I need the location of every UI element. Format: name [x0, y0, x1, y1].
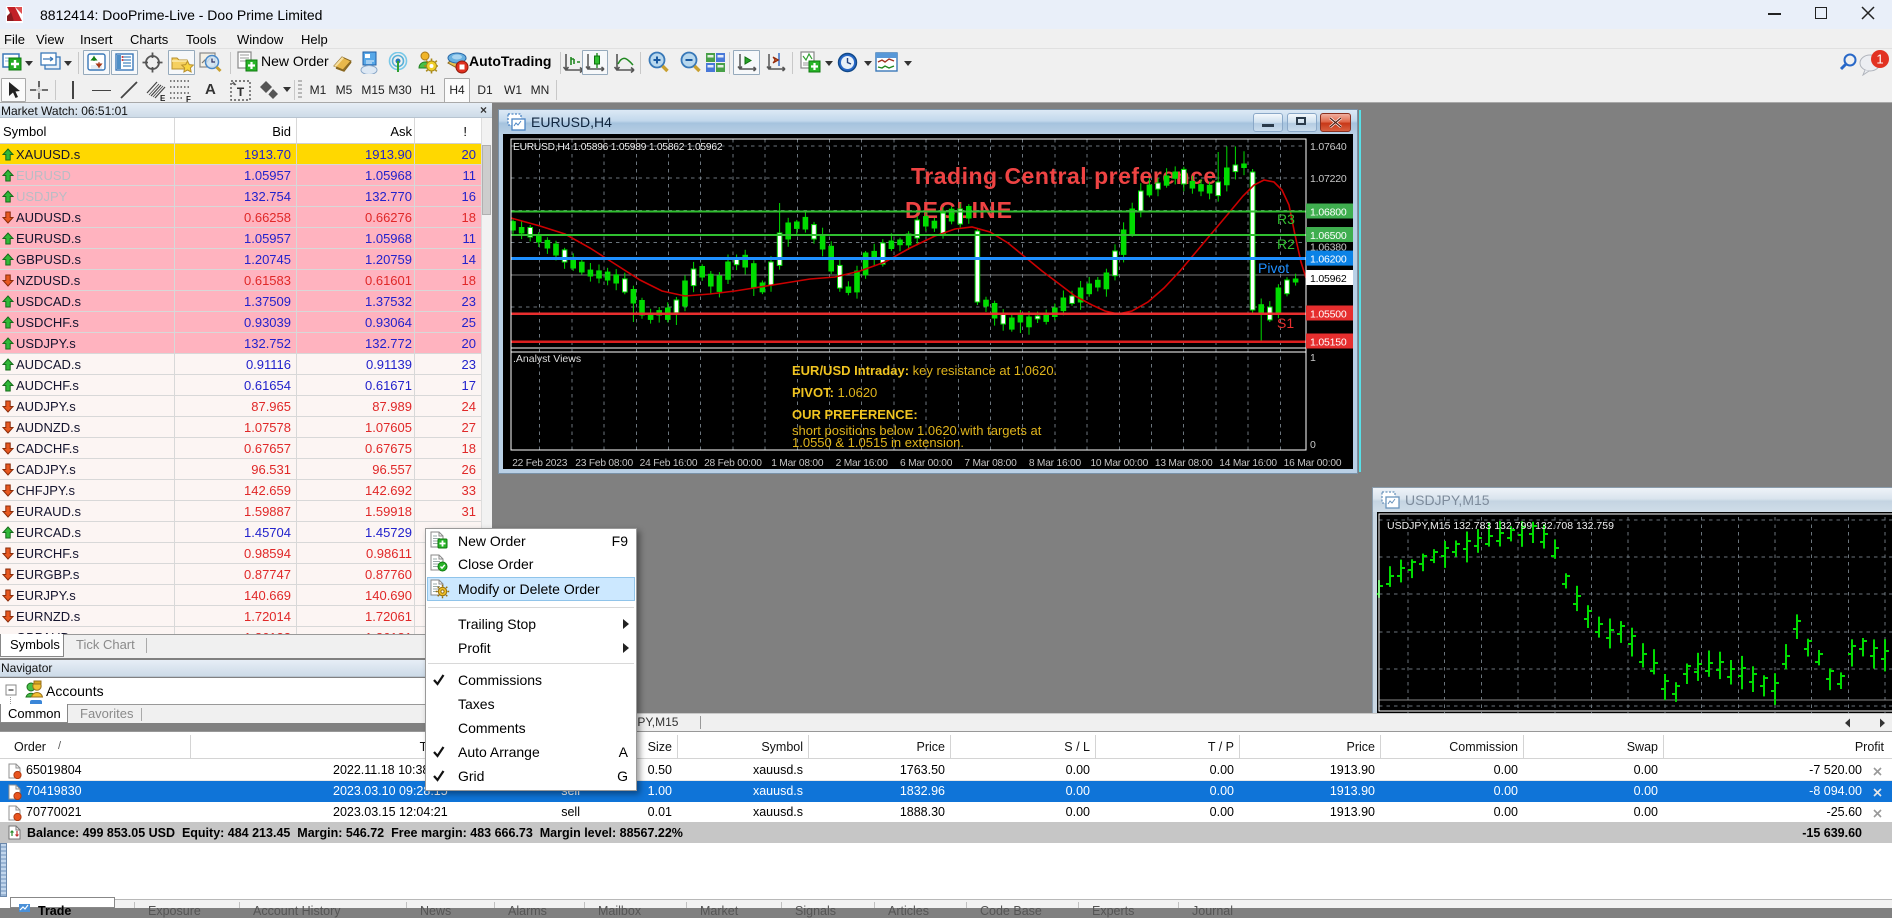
svg-text:.Analyst Views: .Analyst Views: [513, 353, 581, 365]
svg-text:2 Mar 16:00: 2 Mar 16:00: [836, 458, 889, 469]
svg-text:0: 0: [1310, 439, 1316, 451]
svg-text:14 Mar 16:00: 14 Mar 16:00: [1219, 458, 1277, 469]
svg-text:6 Mar 00:00: 6 Mar 00:00: [900, 458, 953, 469]
svg-text:13 Mar 08:00: 13 Mar 08:00: [1155, 458, 1213, 469]
svg-text:EUR/USD Intraday: key resista: EUR/USD Intraday: key resistance at 1.06…: [792, 363, 1057, 378]
svg-text:PIVOT: 1.0620: PIVOT: 1.0620: [792, 385, 877, 400]
svg-text:28 Feb 00:00: 28 Feb 00:00: [704, 458, 762, 469]
svg-text:1 Mar 08:00: 1 Mar 08:00: [771, 458, 824, 469]
svg-text:1: 1: [1876, 52, 1883, 67]
svg-text:1.06800: 1.06800: [1310, 207, 1347, 219]
svg-text:Trading Central preference: Trading Central preference: [911, 163, 1217, 189]
svg-text:OUR PREFERENCE:: OUR PREFERENCE:: [792, 407, 918, 422]
svg-text:1.05962: 1.05962: [1310, 273, 1347, 285]
svg-text:24 Feb 16:00: 24 Feb 16:00: [640, 458, 698, 469]
svg-text:22 Feb 2023: 22 Feb 2023: [512, 458, 568, 469]
svg-text:1.06200: 1.06200: [1310, 254, 1347, 266]
svg-text:10 Mar 00:00: 10 Mar 00:00: [1090, 458, 1148, 469]
svg-text:1.06500: 1.06500: [1310, 230, 1347, 242]
svg-text:16 Mar 00:00: 16 Mar 00:00: [1284, 458, 1342, 469]
svg-text:23 Feb 08:00: 23 Feb 08:00: [575, 458, 633, 469]
svg-text:7 Mar 08:00: 7 Mar 08:00: [964, 458, 1017, 469]
svg-text:USDJPY,M15 132.783 132.799 13: USDJPY,M15 132.783 132.799 132.708 132.7…: [1387, 520, 1614, 532]
svg-text:1.05500: 1.05500: [1310, 309, 1347, 321]
svg-text:8 Mar 16:00: 8 Mar 16:00: [1029, 458, 1082, 469]
svg-text:1.05150: 1.05150: [1310, 337, 1347, 349]
svg-text:1: 1: [1310, 352, 1316, 364]
svg-text:EURUSD,H4 1.05896 1.05989 1.0: EURUSD,H4 1.05896 1.05989 1.05862 1.0596…: [513, 142, 723, 153]
svg-text:1.07220: 1.07220: [1310, 173, 1347, 185]
svg-text:1.0550 & 1.0515 in extension.: 1.0550 & 1.0515 in extension.: [792, 435, 964, 450]
svg-text:T: T: [237, 85, 245, 100]
svg-text:R2: R2: [1277, 236, 1295, 252]
svg-text:1.07640: 1.07640: [1310, 141, 1347, 153]
svg-text:R3: R3: [1277, 211, 1295, 227]
svg-text:F: F: [186, 95, 191, 102]
svg-text:Pivot: Pivot: [1258, 260, 1289, 276]
svg-text:E: E: [160, 94, 166, 102]
svg-text:S1: S1: [1277, 315, 1294, 331]
